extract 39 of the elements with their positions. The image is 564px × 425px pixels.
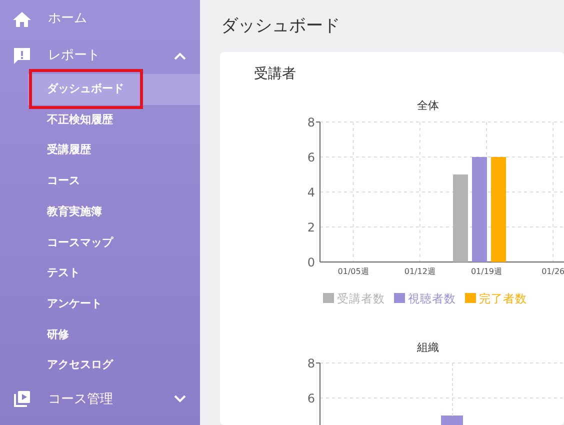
submenu-item[interactable]: テスト bbox=[28, 258, 200, 289]
axis-label: 0 bbox=[307, 256, 315, 270]
bar bbox=[441, 416, 463, 425]
axis-label: 01/19週 bbox=[470, 267, 502, 276]
chart-title: 組織 bbox=[417, 341, 439, 354]
chart-title: 全体 bbox=[417, 99, 439, 112]
submenu-item[interactable]: アンケート bbox=[28, 288, 200, 320]
submenu-item[interactable]: アクセスログ bbox=[28, 350, 200, 381]
axis-label: 2 bbox=[307, 220, 315, 234]
legend-swatch bbox=[394, 293, 405, 303]
submenu-item[interactable]: 受講履歴 bbox=[28, 135, 200, 166]
sidebar-item[interactable]: コース管理 bbox=[0, 380, 200, 418]
axis-label: 8 bbox=[307, 356, 315, 370]
submenu-item[interactable]: 研修 bbox=[28, 320, 200, 350]
axis-label: 6 bbox=[307, 392, 315, 406]
axis-label: 6 bbox=[307, 150, 315, 164]
axis-label: 01/26 bbox=[542, 267, 564, 276]
legend-swatch bbox=[465, 293, 476, 303]
axis-label: 01/12週 bbox=[404, 267, 436, 276]
submenu-item[interactable]: コース bbox=[28, 166, 200, 197]
chevron-up-icon[interactable] bbox=[174, 52, 186, 60]
submenu-item[interactable]: 不正検知履歴 bbox=[28, 104, 200, 136]
sidebar-item[interactable]: レポート bbox=[0, 37, 200, 74]
axis-label: 01/05週 bbox=[338, 267, 369, 276]
y-axis bbox=[316, 362, 320, 425]
submenu-item[interactable]: コースマップ bbox=[28, 227, 200, 258]
submenu-item[interactable]: 教育実施簿 bbox=[28, 196, 200, 228]
sidebar-item[interactable]: ホーム bbox=[0, 0, 200, 37]
axis-label: 8 bbox=[307, 116, 315, 130]
legend-label: 完了者数 bbox=[479, 292, 527, 306]
legend-label: 受講者数 bbox=[337, 292, 385, 306]
card-title: 受講者 bbox=[253, 65, 297, 84]
page-title: ダッシュボード bbox=[220, 15, 341, 38]
legend-swatch bbox=[323, 293, 334, 303]
legend-label: 視聴者数 bbox=[408, 292, 456, 306]
alert-message-icon bbox=[12, 46, 32, 66]
axis-label: 4 bbox=[307, 186, 315, 200]
video-library-icon bbox=[12, 389, 32, 410]
chevron-down-icon[interactable] bbox=[174, 395, 186, 404]
